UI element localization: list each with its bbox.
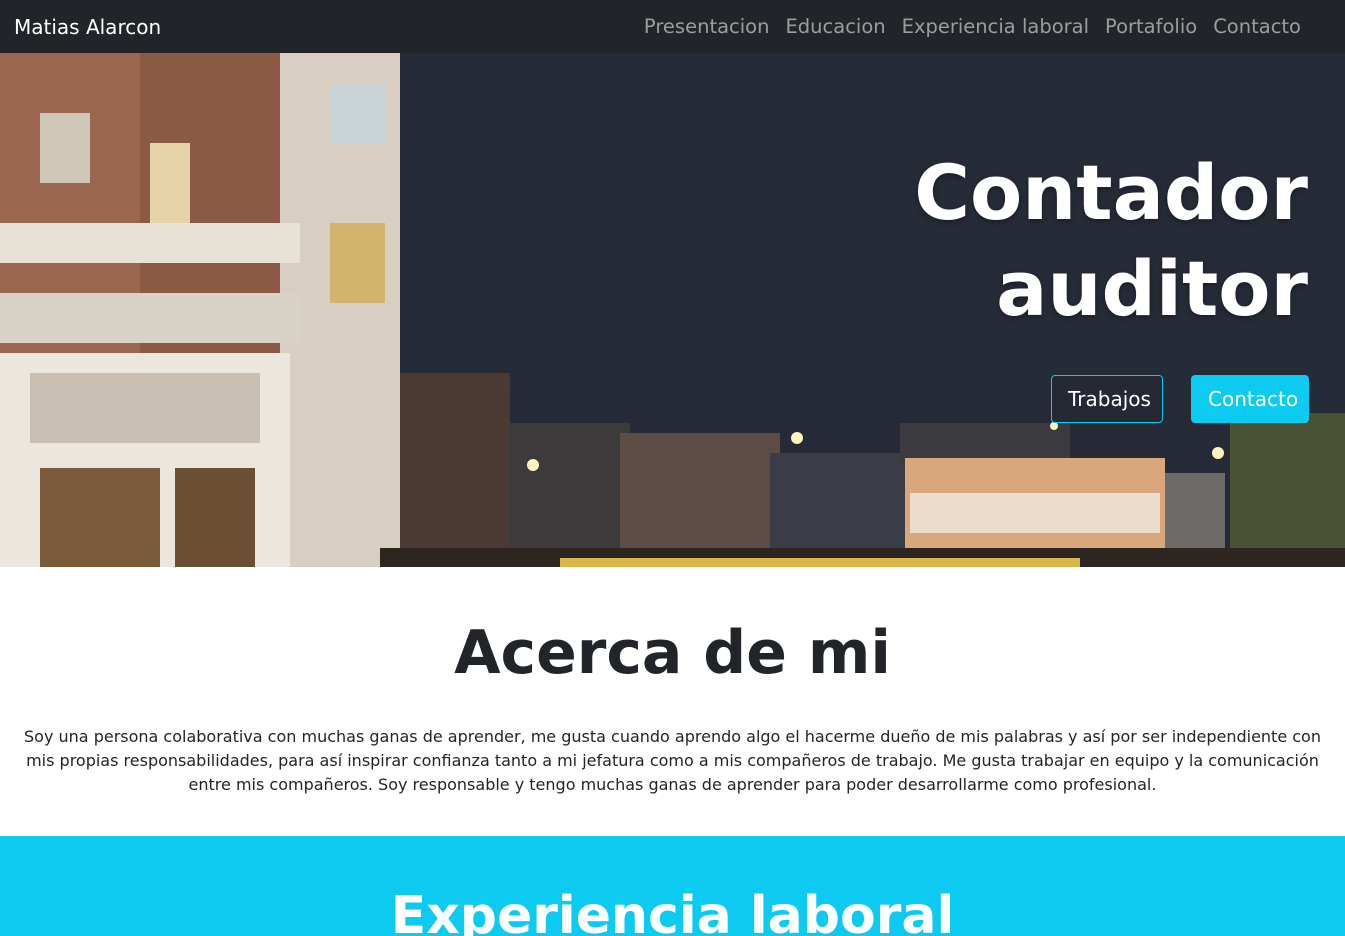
top-navbar: Matias Alarcon Presentacion Educacion Ex…: [0, 0, 1345, 53]
nav-link-portafolio[interactable]: Portafolio: [1105, 15, 1197, 38]
hero-title-line1: Contador: [914, 148, 1308, 237]
about-text: Soy una persona colaborativa con muchas …: [24, 727, 1321, 794]
hero-title-line2: auditor: [996, 244, 1308, 333]
nav-link-presentacion[interactable]: Presentacion: [644, 15, 770, 38]
hero-section: Contador auditor Trabajos Contacto: [0, 53, 1345, 567]
hero-buttons: Trabajos Contacto: [1051, 375, 1309, 423]
about-title: Acerca de mi: [454, 618, 891, 688]
jobs-button[interactable]: Trabajos: [1051, 375, 1163, 423]
nav-link-educacion[interactable]: Educacion: [785, 15, 885, 38]
nav-link-contacto[interactable]: Contacto: [1213, 15, 1301, 38]
about-section: Acerca de mi Soy una persona colaborativ…: [0, 567, 1345, 836]
contact-button[interactable]: Contacto: [1191, 375, 1309, 423]
experience-title: Experiencia laboral: [390, 886, 955, 936]
nav-links: Presentacion Educacion Experiencia labor…: [644, 15, 1331, 38]
experience-section: Experiencia laboral: [0, 836, 1345, 936]
brand-link[interactable]: Matias Alarcon: [14, 15, 161, 39]
hero-title: Contador auditor: [788, 145, 1308, 337]
nav-link-experiencia[interactable]: Experiencia laboral: [902, 15, 1089, 38]
